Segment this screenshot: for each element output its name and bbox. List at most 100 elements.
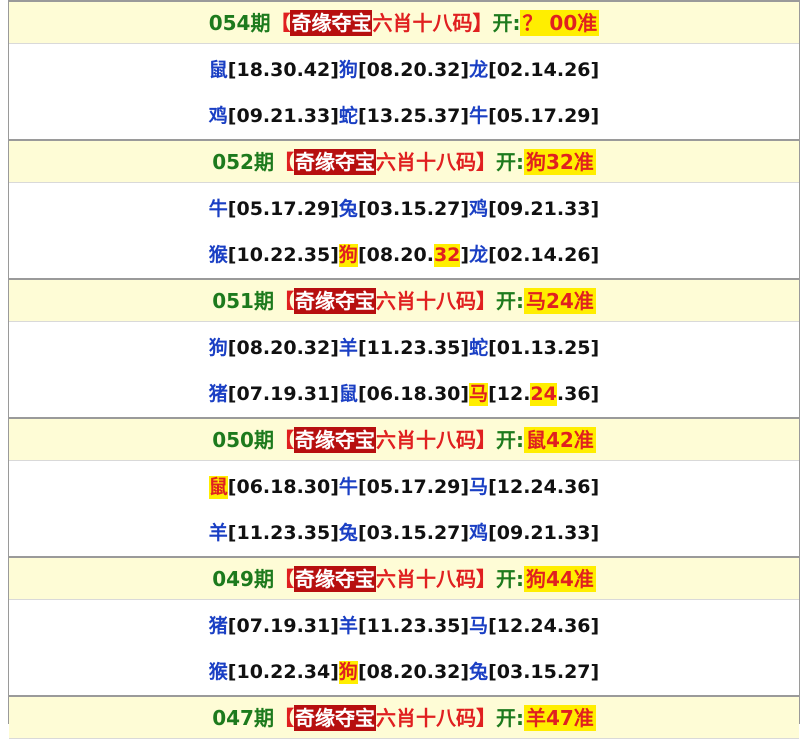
number-group: [10.22.34]: [227, 660, 339, 683]
number-group: [06.18.30]: [357, 382, 470, 405]
bracket-left: 【: [273, 566, 294, 591]
zodiac-label: 龙: [469, 58, 489, 81]
tag-label: 六肖十八码: [372, 10, 473, 35]
number-group: [12.: [488, 382, 531, 405]
brand-label: 奇缘夺宝: [290, 9, 373, 36]
period-block: 054期【奇缘夺宝 六肖十八码】开:？ 00准鼠 [18.30.42] 狗 [08.20…: [9, 0, 799, 139]
number-group: [08.20.32]: [357, 660, 470, 683]
prediction-row: 鸡 [09.21.33] 蛇 [13.25.37] 牛 [05.17.29]: [9, 93, 799, 139]
zodiac-label: 狗: [208, 336, 228, 359]
prediction-row: 猴 [10.22.35] 狗 [08.20. 32] 龙 [02.14.26]: [9, 232, 799, 278]
zodiac-label: 猪: [208, 382, 228, 405]
zodiac-label: 鸡: [469, 197, 489, 220]
number-group: [02.14.26]: [488, 243, 600, 266]
period-block: 052期【奇缘夺宝 六肖十八码】开: 狗32准牛 [05.17.29] 兔 [03.15.…: [9, 139, 799, 278]
zodiac-label: 马: [469, 614, 489, 637]
number-group: [13.25.37]: [357, 104, 470, 127]
zodiac-label: 鼠: [338, 382, 358, 405]
period-header: 050期【奇缘夺宝 六肖十八码】开: 鼠42准: [9, 417, 799, 461]
number-group: [11.23.35]: [357, 336, 470, 359]
zodiac-label: 鼠: [208, 475, 228, 499]
period-header: 054期【奇缘夺宝 六肖十八码】开:？ 00准: [9, 0, 799, 44]
number-group: [08.20.: [357, 243, 434, 266]
number-group: [18.30.42]: [227, 58, 339, 81]
period-block: 051期【奇缘夺宝 六肖十八码】开: 马24准狗 [08.20.32] 羊 [11.23.…: [9, 278, 799, 417]
zodiac-label: 羊: [338, 614, 358, 637]
bracket-right: 】: [475, 566, 496, 591]
bracket-left: 【: [273, 149, 294, 174]
period-header: 047期【奇缘夺宝 六肖十八码】开: 羊47准: [9, 695, 799, 739]
zodiac-label: 牛: [338, 475, 358, 498]
number-group: [07.19.31]: [227, 614, 339, 637]
brand-label: 奇缘夺宝: [293, 148, 376, 175]
zodiac-label: 蛇: [338, 104, 358, 127]
zodiac-label: 猪: [208, 614, 228, 637]
brand-label: 奇缘夺宝: [293, 704, 376, 731]
period-header: 051期【奇缘夺宝 六肖十八码】开: 马24准: [9, 278, 799, 322]
zodiac-label: 鼠: [208, 58, 228, 81]
tag-label: 六肖十八码: [375, 149, 476, 174]
tag-label: 六肖十八码: [375, 705, 476, 730]
prediction-row: 猪 [07.19.31] 羊 [11.23.35] 马 [12.24.36]: [9, 603, 799, 649]
open-label: 开:: [495, 427, 524, 452]
zodiac-label: 兔: [469, 660, 489, 683]
bracket-left: 【: [270, 10, 291, 35]
zodiac-label: 龙: [469, 243, 489, 266]
number-group: [03.15.27]: [488, 660, 600, 683]
number-group: [12.24.36]: [488, 475, 600, 498]
tag-label: 六肖十八码: [375, 566, 476, 591]
number-group: 24: [530, 382, 557, 406]
zodiac-label: 鸡: [469, 521, 489, 544]
bracket-right: 】: [475, 427, 496, 452]
number-group: .36]: [556, 382, 600, 405]
zodiac-label: 蛇: [469, 336, 489, 359]
number-group: 32: [433, 243, 461, 267]
period-number: 047期: [212, 705, 274, 730]
open-label: 开:: [492, 10, 521, 35]
zodiac-label: 马: [469, 475, 489, 498]
period-header: 052期【奇缘夺宝 六肖十八码】开: 狗32准: [9, 139, 799, 183]
bracket-left: 【: [273, 705, 294, 730]
bracket-right: 】: [475, 705, 496, 730]
number-group: [05.17.29]: [357, 475, 470, 498]
open-label: 开:: [495, 566, 524, 591]
number-group: [08.20.32]: [357, 58, 470, 81]
prediction-row: 狗 [08.20.32] 羊 [11.23.35] 蛇 [01.13.25]: [9, 325, 799, 371]
number-group: [03.15.27]: [357, 197, 470, 220]
brand-label: 奇缘夺宝: [293, 426, 376, 453]
prediction-row: 鼠 [18.30.42] 狗 [08.20.32] 龙 [02.14.26]: [9, 47, 799, 93]
zodiac-label: 狗: [338, 243, 358, 267]
number-group: [11.23.35]: [227, 521, 339, 544]
bracket-right: 】: [472, 10, 493, 35]
period-number: 050期: [212, 427, 274, 452]
number-group: [06.18.30]: [227, 475, 339, 498]
zodiac-label: 猴: [208, 660, 228, 683]
open-label: 开:: [495, 149, 524, 174]
number-group: [11.23.35]: [357, 614, 470, 637]
lottery-board: 054期【奇缘夺宝 六肖十八码】开:？ 00准鼠 [18.30.42] 狗 [08.20…: [8, 0, 800, 739]
bracket-left: 【: [273, 288, 294, 313]
number-group: [10.22.35]: [227, 243, 339, 266]
number-group: [08.20.32]: [227, 336, 339, 359]
number-group: [09.21.33]: [227, 104, 339, 127]
zodiac-label: 鸡: [208, 104, 228, 127]
number-group: [12.24.36]: [488, 614, 600, 637]
zodiac-label: 马: [469, 382, 489, 406]
number-group: [03.15.27]: [357, 521, 470, 544]
number-group: [07.19.31]: [227, 382, 339, 405]
tag-label: 六肖十八码: [375, 427, 476, 452]
period-number: 049期: [212, 566, 274, 591]
period-block: 049期【奇缘夺宝 六肖十八码】开: 狗44准猪 [07.19.31] 羊 [11.23.…: [9, 556, 799, 695]
number-group: ]: [460, 243, 470, 266]
tag-label: 六肖十八码: [375, 288, 476, 313]
period-number: 054期: [208, 10, 271, 35]
zodiac-label: 牛: [208, 197, 228, 220]
number-group: [09.21.33]: [488, 197, 600, 220]
period-block: 050期【奇缘夺宝 六肖十八码】开: 鼠42准鼠 [06.18.30] 牛 [05.17.…: [9, 417, 799, 556]
prediction-row: 羊 [11.23.35] 兔 [03.15.27] 鸡 [09.21.33]: [9, 510, 799, 556]
bracket-left: 【: [273, 427, 294, 452]
zodiac-label: 羊: [208, 521, 228, 544]
result-badge: ？ 00准: [520, 9, 600, 36]
period-header: 049期【奇缘夺宝 六肖十八码】开: 狗44准: [9, 556, 799, 600]
zodiac-label: 牛: [469, 104, 489, 127]
